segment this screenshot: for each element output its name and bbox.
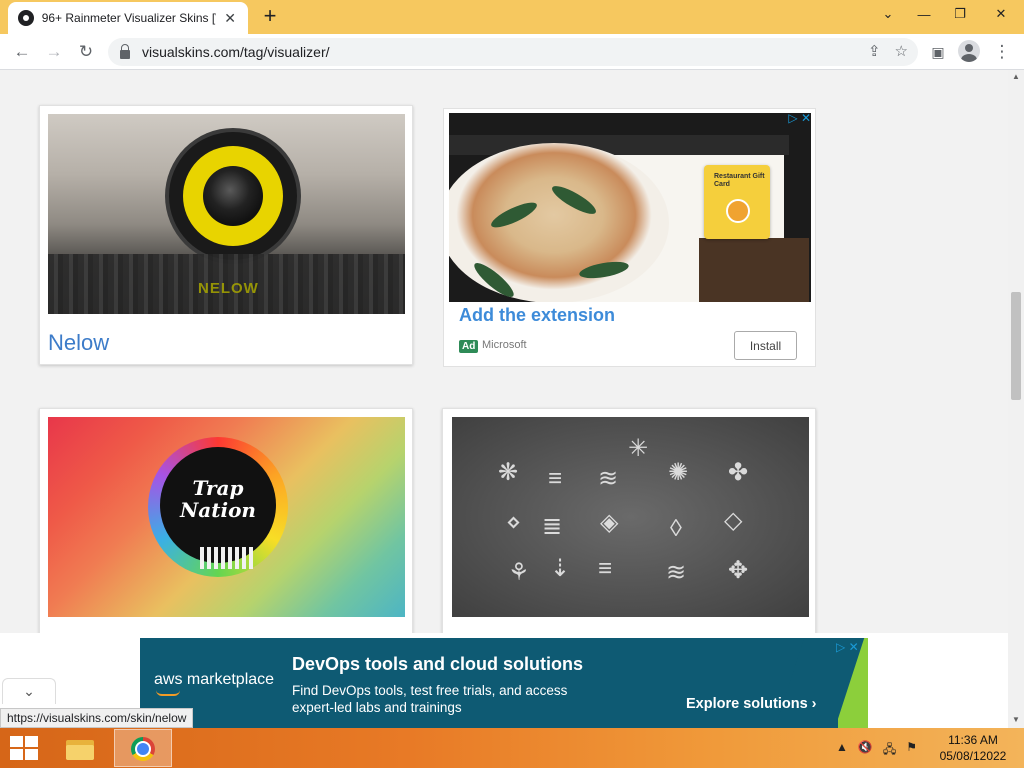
browser-toolbar: ← → ↻ visualskins.com/tag/visualizer/ ⇪ …	[0, 34, 1024, 70]
new-tab-button[interactable]: +	[258, 5, 282, 29]
profile-avatar-icon[interactable]	[958, 40, 980, 62]
close-window-button[interactable]: ✕	[978, 0, 1024, 28]
tray-chevron-icon[interactable]: ▲	[836, 740, 848, 761]
ad-headline-link[interactable]: Add the extension	[459, 305, 615, 326]
share-icon[interactable]: ⇪	[868, 42, 881, 60]
gift-card-graphic: Restaurant Gift Card	[704, 165, 770, 239]
nelow-logo: NELOW	[198, 280, 259, 297]
bookmark-star-icon[interactable]: ☆	[895, 42, 908, 60]
scroll-down-arrow-icon[interactable]: ▼	[1012, 715, 1020, 724]
aws-banner-ad[interactable]: aws marketplace DevOps tools and cloud s…	[140, 638, 868, 728]
browser-tab-active[interactable]: 96+ Rainmeter Visualizer Skins [W ✕	[8, 2, 248, 34]
url-text: visualskins.com/tag/visualizer/	[142, 44, 330, 60]
skin-thumbnail[interactable]: NELOW	[48, 114, 405, 314]
chrome-icon	[131, 737, 155, 761]
scroll-thumb[interactable]	[1011, 292, 1021, 400]
explore-solutions-link[interactable]: Explore solutions ›	[686, 696, 817, 712]
speaker-graphic	[169, 132, 297, 260]
tab-search-dropdown-icon[interactable]: ⌄	[870, 0, 906, 28]
volume-muted-icon[interactable]: 🔇	[858, 740, 873, 761]
omnibox-actions: ⇪ ☆	[868, 42, 908, 60]
side-panel-icon[interactable]: ▣	[926, 40, 950, 64]
restore-button[interactable]: ❐	[942, 0, 978, 28]
file-explorer-icon[interactable]	[62, 734, 98, 762]
chrome-taskbar-button[interactable]	[114, 729, 172, 767]
minimize-button[interactable]: —	[906, 0, 942, 28]
taskbar-clock[interactable]: 11:36 AM 05/08/12022	[930, 732, 1016, 764]
ad-advertiser: Microsoft	[482, 339, 527, 351]
window-controls: ⌄ — ❐ ✕	[870, 0, 1024, 28]
skin-thumbnail[interactable]: Trap Nation	[48, 417, 405, 617]
banner-ad-choices-icon[interactable]: ▷ ✕	[836, 640, 859, 654]
ad-label-badge: Ad	[459, 340, 479, 353]
more-menu-icon[interactable]: ⋮	[990, 40, 1014, 64]
forward-arrow-icon[interactable]: →	[42, 40, 66, 64]
skin-card-gray-visualizer[interactable]: ✳ ❋ ≡ ≋ ✺ ✤ ⋄ ≣ ◈ ◊ ◇ ⚘ ⇣ ≡ ≋ ✥	[442, 408, 816, 638]
lock-icon[interactable]	[120, 43, 130, 59]
skin-title-link[interactable]: Nelow	[48, 330, 109, 356]
back-arrow-icon[interactable]: ←	[10, 40, 34, 64]
reload-icon[interactable]: ↻	[74, 40, 98, 64]
ad-card[interactable]: Restaurant Gift Card ▷ ✕ Add the extensi…	[443, 108, 816, 367]
link-status-bubble: https://visualskins.com/skin/nelow	[0, 708, 194, 728]
skin-thumbnail[interactable]: ✳ ❋ ≡ ≋ ✺ ✤ ⋄ ≣ ◈ ◊ ◇ ⚘ ⇣ ≡ ≋ ✥	[452, 417, 809, 617]
tab-close-icon[interactable]: ✕	[222, 10, 238, 27]
tab-strip: 96+ Rainmeter Visualizer Skins [W ✕ + ⌄ …	[0, 0, 1024, 34]
clock-date: 05/08/12022	[939, 749, 1007, 763]
install-button[interactable]: Install	[734, 331, 797, 360]
system-tray: ▲ 🔇 🖧 ⚑	[836, 740, 917, 761]
ad-image[interactable]: Restaurant Gift Card	[449, 113, 811, 302]
collapse-ad-chevron-icon[interactable]: ⌄	[2, 678, 56, 704]
ad-choices-icon[interactable]: ▷ ✕	[788, 111, 811, 125]
site-favicon-icon	[18, 10, 34, 26]
windows-start-icon[interactable]	[10, 736, 38, 760]
tab-title: 96+ Rainmeter Visualizer Skins [W	[41, 11, 217, 25]
address-bar[interactable]: visualskins.com/tag/visualizer/ ⇪ ☆	[108, 38, 918, 66]
skin-card-trap-nation[interactable]: Trap Nation	[39, 408, 413, 638]
aws-marketplace-logo: aws marketplace	[154, 671, 275, 688]
banner-headline: DevOps tools and cloud solutions	[292, 654, 584, 674]
windows-taskbar: ▲ 🔇 🖧 ⚑ 11:36 AM 05/08/12022	[0, 728, 1024, 768]
page-content: NELOW Nelow Restaurant Gift Card ▷ ✕ Add…	[0, 70, 1008, 728]
action-center-flag-icon[interactable]: ⚑	[906, 740, 917, 761]
scroll-up-arrow-icon[interactable]: ▲	[1012, 72, 1020, 81]
banner-body: Find DevOps tools, test free trials, and…	[292, 683, 568, 715]
skin-card-nelow[interactable]: NELOW Nelow	[39, 105, 413, 365]
network-icon[interactable]: 🖧	[883, 740, 896, 761]
clock-time: 11:36 AM	[948, 733, 998, 747]
aws-smile-icon	[156, 690, 180, 696]
page-scrollbar[interactable]: ▲ ▼	[1008, 70, 1024, 728]
